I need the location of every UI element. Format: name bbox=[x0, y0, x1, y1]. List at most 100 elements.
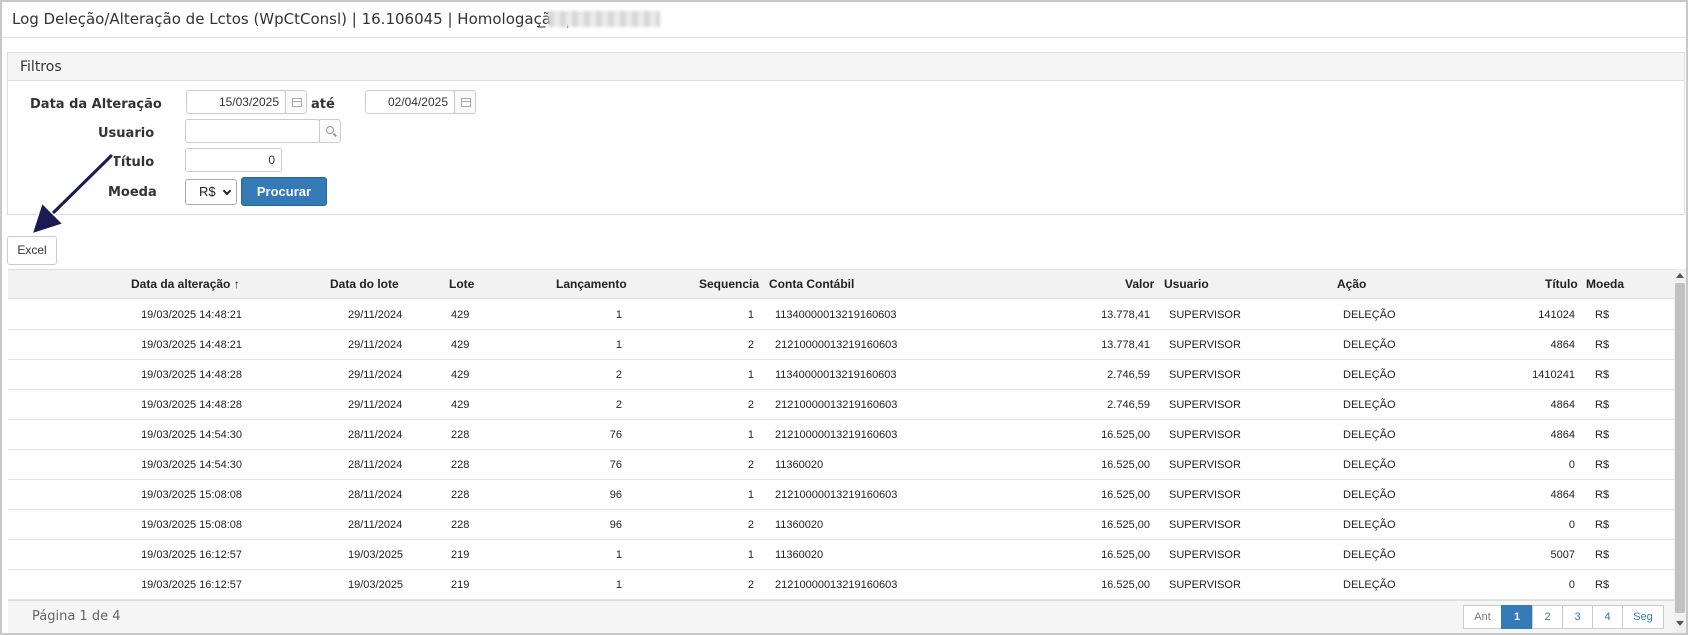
cell-conta: 21210000013219160603 bbox=[775, 429, 898, 441]
cell-data-lote: 19/03/2025 bbox=[348, 579, 404, 591]
table-row[interactable]: 19/03/2025 16:12:57 19/03/2025 219 1 1 113600… bbox=[8, 540, 1674, 570]
cell-lancamento: 96 bbox=[609, 489, 622, 501]
col-lote[interactable]: Lote bbox=[449, 277, 474, 291]
col-lancamento[interactable]: Lançamento bbox=[556, 277, 627, 291]
cell-moeda: R$ bbox=[1595, 549, 1610, 561]
cell-lancamento: 76 bbox=[609, 429, 622, 441]
table-row[interactable]: 19/03/2025 14:48:21 29/11/2024 429 1 1 113400… bbox=[8, 300, 1674, 330]
cell-valor: 13.778,41 bbox=[1101, 309, 1150, 321]
cell-acao: DELEÇÃO bbox=[1343, 339, 1396, 351]
col-valor[interactable]: Valor bbox=[1125, 277, 1154, 291]
table-row[interactable]: 19/03/2025 14:54:30 28/11/2024 228 76 2 11360… bbox=[8, 450, 1674, 480]
cell-sequencia: 2 bbox=[747, 399, 754, 411]
cell-acao: DELEÇÃO bbox=[1343, 489, 1396, 501]
cell-usuario: SUPERVISOR bbox=[1169, 309, 1241, 321]
cell-lote: 228 bbox=[451, 519, 470, 531]
table-row[interactable]: 19/03/2025 14:48:28 29/11/2024 429 2 1 113400… bbox=[8, 360, 1674, 390]
cell-usuario: SUPERVISOR bbox=[1169, 339, 1241, 351]
pager-prev[interactable]: Ant bbox=[1463, 605, 1502, 629]
date-connector: até bbox=[311, 97, 335, 112]
cell-lote: 429 bbox=[451, 339, 470, 351]
table-row[interactable]: 19/03/2025 14:54:30 28/11/2024 228 76 1 21210… bbox=[8, 420, 1674, 450]
cell-usuario: SUPERVISOR bbox=[1169, 549, 1241, 561]
cell-titulo: 0 bbox=[1568, 519, 1575, 531]
col-usuario[interactable]: Usuario bbox=[1164, 277, 1209, 291]
cell-lancamento: 1 bbox=[615, 549, 622, 561]
search-button[interactable]: Procurar bbox=[241, 177, 327, 206]
cell-valor: 13.778,41 bbox=[1101, 339, 1150, 351]
pager-page-4[interactable]: 4 bbox=[1592, 605, 1623, 629]
cell-sequencia: 2 bbox=[747, 579, 754, 591]
cell-sequencia: 1 bbox=[747, 309, 754, 321]
cell-lote: 228 bbox=[451, 429, 470, 441]
cell-lote: 429 bbox=[451, 369, 470, 381]
cell-acao: DELEÇÃO bbox=[1343, 579, 1396, 591]
scroll-up-icon[interactable] bbox=[1676, 273, 1684, 278]
cell-sequencia: 1 bbox=[747, 549, 754, 561]
date-to-calendar-button[interactable] bbox=[454, 90, 476, 114]
window-title-suffix: _ bbox=[538, 10, 546, 28]
cell-moeda: R$ bbox=[1595, 579, 1610, 591]
cell-moeda: R$ bbox=[1595, 399, 1610, 411]
cell-usuario: SUPERVISOR bbox=[1169, 579, 1241, 591]
cell-sequencia: 2 bbox=[747, 519, 754, 531]
pager-page-1[interactable]: 1 bbox=[1501, 605, 1533, 629]
user-input[interactable] bbox=[185, 119, 320, 143]
cell-titulo: 5007 bbox=[1550, 549, 1575, 561]
cell-usuario: SUPERVISOR bbox=[1169, 459, 1241, 471]
date-label: Data da Alteração bbox=[30, 97, 162, 112]
cell-acao: DELEÇÃO bbox=[1343, 519, 1396, 531]
date-from-input[interactable]: 15/03/2025 bbox=[186, 90, 286, 114]
window-title: Log Deleção/Alteração de Lctos (WpCtCons… bbox=[12, 10, 585, 28]
titulo-input[interactable]: 0 bbox=[185, 148, 282, 172]
cell-conta: 21210000013219160603 bbox=[775, 339, 898, 351]
vertical-scrollbar[interactable] bbox=[1674, 269, 1686, 633]
table-row[interactable]: 19/03/2025 14:48:28 29/11/2024 429 2 2 212100… bbox=[8, 390, 1674, 420]
pager-next[interactable]: Seg bbox=[1622, 605, 1664, 629]
cell-valor: 2.746,59 bbox=[1107, 369, 1150, 381]
scroll-thumb[interactable] bbox=[1675, 283, 1685, 613]
col-data-lote[interactable]: Data do lote bbox=[330, 277, 399, 291]
cell-sequencia: 2 bbox=[747, 339, 754, 351]
date-from-calendar-button[interactable] bbox=[285, 90, 307, 114]
cell-data-alteracao: 19/03/2025 14:48:28 bbox=[141, 369, 242, 381]
col-moeda[interactable]: Moeda bbox=[1586, 277, 1624, 291]
table-row[interactable]: 19/03/2025 16:12:57 19/03/2025 219 1 2 212100… bbox=[8, 570, 1674, 600]
col-conta[interactable]: Conta Contábil bbox=[769, 277, 854, 291]
redacted-area bbox=[548, 11, 660, 27]
excel-button[interactable]: Excel bbox=[7, 236, 57, 265]
table-row[interactable]: 19/03/2025 14:48:21 29/11/2024 429 1 2 212100… bbox=[8, 330, 1674, 360]
moeda-select[interactable]: R$ bbox=[185, 179, 237, 205]
col-sequencia[interactable]: Sequencia bbox=[699, 277, 759, 291]
col-acao[interactable]: Ação bbox=[1337, 277, 1366, 291]
cell-data-lote: 19/03/2025 bbox=[348, 549, 404, 561]
table-header: Data da alteração ↑ Data do lote Lote La… bbox=[8, 269, 1674, 299]
col-data-alteracao[interactable]: Data da alteração ↑ bbox=[131, 277, 240, 291]
calendar-icon bbox=[461, 98, 471, 107]
chevron-down-icon bbox=[222, 186, 232, 196]
cell-lote: 228 bbox=[451, 459, 470, 471]
scroll-down-icon[interactable] bbox=[1676, 621, 1684, 626]
cell-valor: 16.525,00 bbox=[1101, 579, 1150, 591]
cell-lancamento: 1 bbox=[615, 309, 622, 321]
cell-titulo: 0 bbox=[1568, 579, 1575, 591]
cell-data-alteracao: 19/03/2025 15:08:08 bbox=[141, 519, 242, 531]
col-titulo[interactable]: Título bbox=[1545, 277, 1578, 291]
pager-page-3[interactable]: 3 bbox=[1562, 605, 1593, 629]
date-to-input[interactable]: 02/04/2025 bbox=[365, 90, 455, 114]
table-row[interactable]: 19/03/2025 15:08:08 28/11/2024 228 96 2 11360… bbox=[8, 510, 1674, 540]
cell-conta: 21210000013219160603 bbox=[775, 399, 898, 411]
title-bar: Log Deleção/Alteração de Lctos (WpCtCons… bbox=[2, 2, 1686, 38]
table-footer: Página 1 de 4 Ant 1 2 3 4 Seg bbox=[8, 600, 1674, 633]
table-row[interactable]: 19/03/2025 15:08:08 28/11/2024 228 96 1 21210… bbox=[8, 480, 1674, 510]
cell-conta: 11360020 bbox=[775, 459, 824, 471]
user-search-button[interactable] bbox=[319, 119, 341, 143]
cell-data-alteracao: 19/03/2025 14:54:30 bbox=[141, 429, 242, 441]
cell-acao: DELEÇÃO bbox=[1343, 429, 1396, 441]
pager-page-2[interactable]: 2 bbox=[1532, 605, 1563, 629]
cell-conta: 11340000013219160603 bbox=[775, 369, 897, 381]
cell-data-lote: 28/11/2024 bbox=[348, 459, 403, 471]
cell-data-alteracao: 19/03/2025 16:12:57 bbox=[141, 579, 242, 591]
cell-data-lote: 29/11/2024 bbox=[348, 399, 403, 411]
cell-moeda: R$ bbox=[1595, 489, 1610, 501]
